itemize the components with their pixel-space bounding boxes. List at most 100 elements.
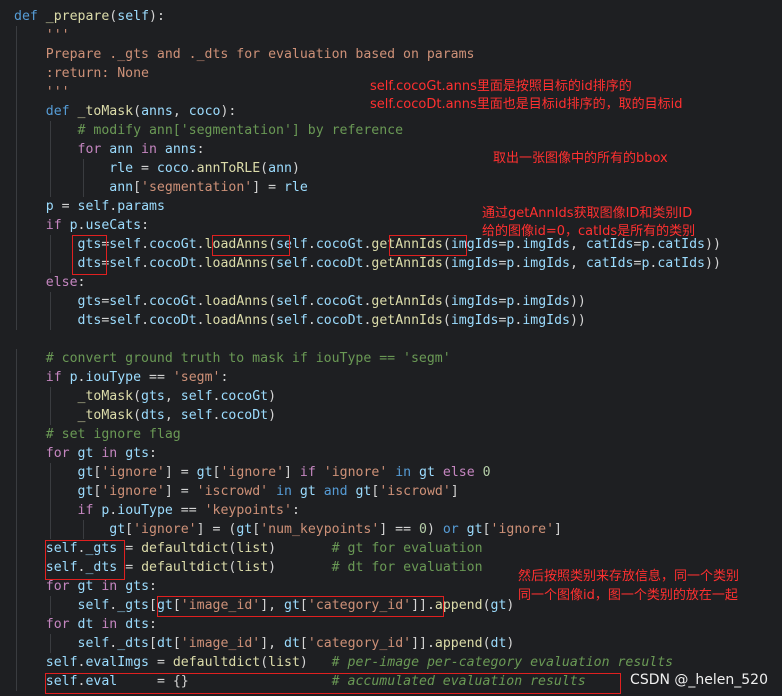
code-token: dts	[125, 617, 150, 632]
code-line[interactable]: _toMask(gts, self.cocoGt)	[0, 387, 782, 406]
code-line-content: for ann in anns:	[14, 140, 205, 159]
code-token: iouType	[117, 503, 173, 518]
code-token: self	[276, 256, 308, 271]
code-token: =	[149, 655, 173, 670]
code-line[interactable]: self.evalImgs = defaultdict(list) # per-…	[0, 653, 782, 672]
code-token: getAnnIds	[371, 294, 443, 309]
code-token: 'image_id'	[180, 636, 261, 651]
code-token: gt	[419, 465, 435, 480]
annotation-cocodt-anns: self.cocoDt.anns里面也是目标id排序的，取的目标id	[370, 97, 683, 112]
code-line[interactable]: # convert ground truth to mask if iouTyp…	[0, 349, 782, 368]
code-token: # gt for evaluation	[331, 541, 483, 556]
code-line[interactable]: dts=self.cocoDt.loadAnns(self.cocoDt.get…	[0, 254, 782, 273]
code-token: .	[141, 294, 150, 309]
code-line-content: self._dts[dt['image_id'], dt['category_i…	[14, 634, 515, 653]
csdn-watermark: CSDN @_helen_520	[630, 672, 768, 688]
code-token: # set ignore flag	[14, 427, 181, 442]
code-line[interactable]: Prepare ._gts and ._dts for evaluation b…	[0, 45, 782, 64]
code-token: list	[236, 541, 269, 556]
code-line[interactable]: _toMask(dts, self.cocoDt)	[0, 406, 782, 425]
code-token: catIds	[657, 256, 705, 271]
code-line[interactable]: if p.iouType == 'keypoints':	[0, 501, 782, 520]
code-token: def	[14, 104, 78, 119]
code-token: defaultdict	[141, 541, 229, 556]
code-token: defaultdict	[141, 560, 229, 575]
code-token: )	[268, 560, 332, 575]
code-token: loadAnns	[204, 256, 269, 271]
code-line[interactable]: ann['segmentation'] = rle	[0, 178, 782, 197]
code-token: ,	[569, 256, 586, 271]
code-line[interactable]: if p.iouType == 'segm':	[0, 368, 782, 387]
code-token: cocoDt	[220, 408, 269, 423]
code-token: 'segm'	[172, 370, 221, 385]
code-line[interactable]: gt['ignore'] = gt['ignore'] if 'ignore' …	[0, 463, 782, 482]
code-line[interactable]: dts=self.cocoDt.loadAnns(self.cocoDt.get…	[0, 311, 782, 330]
code-token: self	[276, 313, 308, 328]
code-line[interactable]	[0, 330, 782, 349]
code-line-content: gt['ignore'] = 'iscrowd' in gt and gt['i…	[14, 482, 459, 501]
code-line[interactable]: self._gts = defaultdict(list) # gt for e…	[0, 539, 782, 558]
code-line-content: :return: None	[14, 64, 149, 83]
code-line[interactable]: '''	[0, 26, 782, 45]
code-line-content: else:	[14, 273, 86, 292]
code-line-content: gts=self.cocoGt.loadAnns(self.cocoGt.get…	[14, 292, 586, 311]
code-token: cocoGt	[149, 294, 197, 309]
code-token: gt	[77, 446, 94, 461]
code-line[interactable]: # set ignore flag	[0, 425, 782, 444]
code-token: cocoGt	[149, 237, 197, 252]
code-token: ]	[450, 484, 459, 499]
code-token: self	[14, 560, 78, 575]
code-token: in	[387, 465, 420, 480]
code-token: (	[442, 256, 451, 271]
code-token: ==	[172, 503, 205, 518]
code-line[interactable]: for dt in dts:	[0, 615, 782, 634]
code-token: gt	[299, 484, 316, 499]
code-token: for	[14, 446, 78, 461]
code-token: ]	[554, 522, 562, 537]
code-line[interactable]: for gt in gts:	[0, 444, 782, 463]
code-token: ==	[141, 370, 173, 385]
code-line[interactable]: gt['ignore'] = 'iscrowd' in gt and gt['i…	[0, 482, 782, 501]
code-token: append	[434, 636, 483, 651]
code-line-content: self._gts[gt['image_id'], gt['category_i…	[14, 596, 515, 615]
code-token: 'iscrowd'	[379, 484, 451, 499]
code-token: list	[268, 655, 300, 670]
code-line-content: _toMask(dts, self.cocoDt)	[14, 406, 277, 425]
code-token: cocoGt	[220, 389, 269, 404]
code-token: self	[180, 389, 213, 404]
code-token: imgIds	[450, 294, 499, 309]
code-token: (	[268, 237, 277, 252]
code-line-content: dts=self.cocoDt.loadAnns(self.cocoDt.get…	[14, 254, 721, 273]
code-token: .	[141, 256, 150, 271]
code-line[interactable]: gt['ignore'] = (gt['num_keypoints'] == 0…	[0, 520, 782, 539]
code-token: gt	[14, 465, 94, 480]
code-token: and	[315, 484, 356, 499]
code-line-content: ann['segmentation'] = rle	[14, 178, 308, 197]
code-line[interactable]: self._dts[dt['image_id'], dt['category_i…	[0, 634, 782, 653]
code-token: cocoDt	[149, 256, 197, 271]
code-line-content: if p.iouType == 'segm':	[14, 368, 229, 387]
code-line[interactable]: def _prepare(self):	[0, 7, 782, 26]
code-line[interactable]: gts=self.cocoGt.loadAnns(self.cocoGt.get…	[0, 292, 782, 311]
code-line-content: def _prepare(self):	[14, 7, 165, 26]
code-token: (	[442, 294, 451, 309]
code-line[interactable]: else:	[0, 273, 782, 292]
code-token: dt	[156, 636, 173, 651]
code-token: [	[149, 598, 157, 613]
code-token: 0	[418, 522, 427, 537]
code-line[interactable]: # modify ann['segmentation'] by referenc…	[0, 121, 782, 140]
code-token: p	[69, 218, 78, 233]
code-token: _dts	[117, 636, 149, 651]
code-token: gt	[196, 465, 213, 480]
code-token: for	[14, 142, 110, 157]
code-token: 0	[482, 465, 491, 480]
code-token: cocoGt	[315, 294, 364, 309]
code-token: cocoDt	[315, 313, 364, 328]
code-token: gts	[141, 389, 165, 404]
code-token: [	[252, 522, 261, 537]
code-editor[interactable]: def _prepare(self): ''' Prepare ._gts an…	[0, 0, 782, 696]
code-line-content: self._dts = defaultdict(list) # dt for e…	[14, 558, 483, 577]
code-token: self	[109, 256, 142, 271]
code-line-content: Prepare ._gts and ._dts for evaluation b…	[14, 45, 475, 64]
code-token: )	[268, 541, 332, 556]
